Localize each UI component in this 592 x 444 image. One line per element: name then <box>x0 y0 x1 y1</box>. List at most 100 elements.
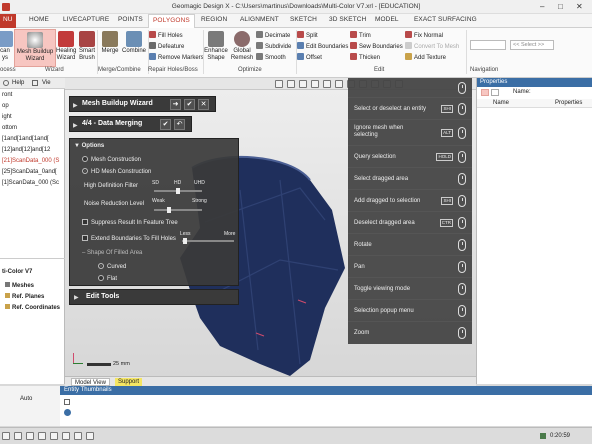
tab-model-view[interactable]: Model View <box>71 378 110 386</box>
checkbox-icon[interactable] <box>64 399 70 405</box>
suppress-checkbox[interactable]: Suppress Result In Feature Tree <box>82 219 178 226</box>
status-icon[interactable] <box>86 432 94 440</box>
tree-item[interactable]: [1]ScanData_000 (Sc <box>2 180 59 186</box>
edit-tools-section[interactable]: ▶ Edit Tools <box>69 289 239 305</box>
fix-normal-button[interactable]: Fix Normal <box>405 31 443 40</box>
status-icon[interactable] <box>2 432 10 440</box>
smooth-button[interactable]: Smooth <box>256 53 286 62</box>
tab-exact-surfacing[interactable]: EXACT SURFACING <box>414 16 477 23</box>
status-icon[interactable] <box>14 432 22 440</box>
defeature-button[interactable]: Defeature <box>149 42 184 51</box>
scan-button[interactable]: can ys <box>0 31 14 61</box>
slider-knob[interactable] <box>182 238 187 244</box>
close-icon[interactable]: ✕ <box>576 2 583 11</box>
add-texture-button[interactable]: Add Texture <box>405 53 446 62</box>
thumbnail-item[interactable] <box>64 409 71 416</box>
wizard-next-icon[interactable]: ➜ <box>170 99 181 110</box>
smart-brush-button[interactable]: Smart Brush <box>78 31 96 61</box>
view-cube-icon[interactable] <box>323 80 331 88</box>
wizard-cancel-icon[interactable]: ✕ <box>198 99 209 110</box>
divider <box>0 258 65 259</box>
step-back-icon[interactable]: ↶ <box>174 119 185 130</box>
tab-sketch[interactable]: SKETCH <box>290 16 317 23</box>
tab-support[interactable]: Support <box>115 378 143 386</box>
lasso-icon[interactable] <box>287 80 295 88</box>
convert-to-mesh-button[interactable]: Convert To Mesh <box>405 42 459 51</box>
box-select-icon[interactable] <box>299 80 307 88</box>
tab-home[interactable]: HOME <box>29 16 49 23</box>
auto-dropdown[interactable]: Auto <box>20 396 32 402</box>
tree-item[interactable]: ight <box>2 114 12 120</box>
properties-filter-icon[interactable] <box>481 89 489 96</box>
enhance-shape-button[interactable]: Enhance Shape <box>204 31 228 61</box>
paint-select-icon[interactable] <box>311 80 319 88</box>
status-icon[interactable] <box>38 432 46 440</box>
tab-file[interactable]: NU <box>0 14 16 28</box>
subdivide-button[interactable]: Subdivide <box>256 42 291 51</box>
tab-model[interactable]: MODEL <box>375 16 399 23</box>
nav-select-dropdown[interactable]: << Select >> <box>510 40 554 50</box>
decimate-button[interactable]: Decimate <box>256 31 290 40</box>
healing-wizard-button[interactable]: Healing Wizard <box>56 31 76 61</box>
extend-checkbox[interactable]: Extend Boundaries To Fill Holes <box>82 235 176 242</box>
trim-button[interactable]: Trim <box>350 31 371 40</box>
collapse-icon[interactable]: ▶ <box>73 102 78 109</box>
radio-mesh-construction[interactable]: Mesh Construction <box>82 156 141 163</box>
hd-level-sd: SD <box>152 180 159 186</box>
thicken-button[interactable]: Thicken <box>350 53 380 62</box>
edit-boundaries-button[interactable]: Edit Boundaries <box>297 42 348 51</box>
maximize-icon[interactable]: □ <box>558 2 563 11</box>
tab-polygons[interactable]: POLYGONS <box>148 14 195 28</box>
tab-points[interactable]: POINTS <box>118 16 143 23</box>
merge-icon <box>102 31 118 47</box>
mesh-buildup-wizard-button[interactable]: Mesh Buildup Wizard <box>14 29 56 67</box>
help-button[interactable]: Help <box>12 80 24 86</box>
combine-button[interactable]: Combine <box>121 31 147 55</box>
tab-livecapture[interactable]: LIVECAPTURE <box>63 16 109 23</box>
tree-item[interactable]: ottom <box>2 125 17 131</box>
fill-holes-button[interactable]: Fill Holes <box>149 31 183 40</box>
tree-item[interactable]: ront <box>2 92 12 98</box>
hd-filter-slider[interactable] <box>154 188 202 194</box>
tree-item[interactable]: [25]ScanData_0and[ <box>2 169 57 175</box>
timer: 0:20:59 <box>550 433 571 439</box>
tree-item-meshes[interactable]: Meshes <box>5 282 34 289</box>
nav-back-dropdown[interactable] <box>470 40 506 50</box>
tab-alignment[interactable]: ALIGNMENT <box>240 16 279 23</box>
minimize-icon[interactable]: – <box>540 2 544 11</box>
offset-button[interactable]: Offset <box>297 53 322 62</box>
split-button[interactable]: Split <box>297 31 318 40</box>
remove-markers-button[interactable]: Remove Markers <box>149 53 204 62</box>
view-button[interactable]: Vie <box>42 80 51 86</box>
status-icon[interactable] <box>26 432 34 440</box>
status-icon[interactable] <box>50 432 58 440</box>
radio-hd-mesh-construction[interactable]: HD Mesh Construction <box>82 168 151 175</box>
radio-flat[interactable]: Flat <box>98 275 117 282</box>
tab-3d-sketch[interactable]: 3D SKETCH <box>329 16 366 23</box>
expand-icon[interactable]: ▶ <box>74 294 79 301</box>
noise-slider[interactable] <box>154 207 202 213</box>
step-ok-icon[interactable]: ✔ <box>160 119 171 130</box>
properties-sort-icon[interactable] <box>491 89 499 96</box>
tab-region[interactable]: REGION <box>201 16 227 23</box>
status-icon[interactable] <box>74 432 82 440</box>
sew-boundaries-button[interactable]: Sew Boundaries <box>350 42 403 51</box>
tree-item[interactable]: op <box>2 103 9 109</box>
select-icon[interactable] <box>275 80 283 88</box>
merge-button[interactable]: Merge <box>99 31 121 55</box>
slider-knob[interactable] <box>176 188 180 194</box>
fit-view-icon[interactable] <box>335 80 343 88</box>
tree-item-ref-coordinates[interactable]: Ref. Coordinates <box>5 304 60 311</box>
tree-item-ref-planes[interactable]: Ref. Planes <box>5 293 44 300</box>
tree-item[interactable]: [21]ScanData_000 (S <box>2 158 59 164</box>
status-icon[interactable] <box>62 432 70 440</box>
wizard-ok-icon[interactable]: ✔ <box>184 99 195 110</box>
radio-curved[interactable]: Curved <box>98 263 126 270</box>
tree-item[interactable]: [1and[1and[1and[ <box>2 136 49 142</box>
extend-slider[interactable] <box>182 238 234 244</box>
slider-knob[interactable] <box>167 207 172 213</box>
defeature-icon <box>149 42 156 49</box>
collapse-icon[interactable]: ▶ <box>73 122 78 129</box>
tree-item[interactable]: [12]and[12]and[12 <box>2 147 50 153</box>
global-remesh-button[interactable]: Global Remesh <box>229 31 255 61</box>
